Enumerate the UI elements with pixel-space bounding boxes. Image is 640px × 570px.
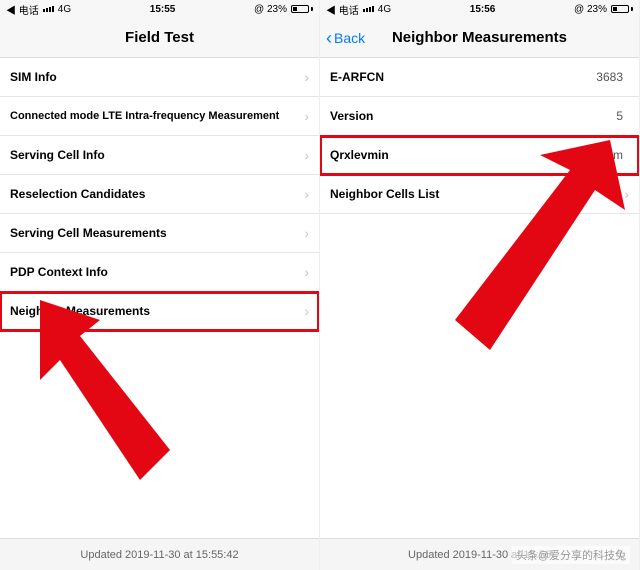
- row-serving-cell-measurements[interactable]: Serving Cell Measurements ›: [0, 214, 319, 253]
- row-label: E-ARFCN: [330, 70, 384, 84]
- status-bar: ◀ 电话 4G 15:56 @ 23%: [320, 0, 639, 18]
- row-serving-cell-info[interactable]: Serving Cell Info ›: [0, 136, 319, 175]
- clock: 15:55: [150, 4, 176, 15]
- row-label: Serving Cell Info: [10, 148, 105, 162]
- chevron-right-icon: ›: [304, 303, 309, 319]
- row-value: 5: [616, 109, 629, 123]
- row-e-arfcn[interactable]: E-ARFCN 3683: [320, 58, 639, 97]
- signal-icon: [363, 6, 374, 12]
- row-label: Version: [330, 109, 373, 123]
- row-sim-info[interactable]: SIM Info ›: [0, 58, 319, 97]
- back-button[interactable]: ‹ Back: [326, 29, 365, 47]
- menu-list: SIM Info › Connected mode LTE Intra-freq…: [0, 58, 319, 538]
- menu-list: E-ARFCN 3683 Version 5 Qrxlevmin -140 dB…: [320, 58, 639, 538]
- row-label: Serving Cell Measurements: [10, 226, 167, 240]
- chevron-right-icon: ›: [624, 186, 629, 202]
- row-neighbor-measurements[interactable]: Neighbor Measurements ›: [0, 292, 319, 331]
- chevron-right-icon: ›: [304, 69, 309, 85]
- chevron-right-icon: ›: [304, 225, 309, 241]
- row-label: Neighbor Cells List: [330, 187, 439, 201]
- back-to-app[interactable]: ◀ 电话: [6, 2, 39, 17]
- phone-right: ◀ 电话 4G 15:56 @ 23% ‹ Back Neighbor Meas…: [320, 0, 640, 570]
- nav-bar: ‹ Back Neighbor Measurements: [320, 18, 639, 58]
- row-qrxlevmin[interactable]: Qrxlevmin -140 dBm: [320, 136, 639, 175]
- row-label: SIM Info: [10, 70, 57, 84]
- back-to-app[interactable]: ◀ 电话: [326, 2, 359, 17]
- network-type: 4G: [58, 4, 71, 15]
- row-label: PDP Context Info: [10, 265, 108, 279]
- signal-icon: [43, 6, 54, 12]
- back-label: Back: [334, 30, 365, 46]
- row-label: Qrxlevmin: [330, 148, 389, 162]
- row-value: 3683: [596, 70, 629, 84]
- row-value: -140 dBm: [571, 148, 629, 162]
- phone-left: ◀ 电话 4G 15:55 @ 23% Field Test SIM Info …: [0, 0, 320, 570]
- chevron-right-icon: ›: [304, 108, 309, 124]
- row-label: Connected mode LTE Intra-frequency Measu…: [10, 110, 279, 122]
- row-reselection-candidates[interactable]: Reselection Candidates ›: [0, 175, 319, 214]
- watermark: 头条@爱分享的科技兔: [512, 546, 630, 564]
- row-neighbor-cells-list[interactable]: Neighbor Cells List ›: [320, 175, 639, 214]
- status-bar: ◀ 电话 4G 15:55 @ 23%: [0, 0, 319, 18]
- page-title: Neighbor Measurements: [392, 29, 567, 46]
- battery-icon: [291, 5, 313, 13]
- chevron-right-icon: ›: [304, 264, 309, 280]
- battery-percent: @ 23%: [254, 4, 287, 15]
- row-label: Reselection Candidates: [10, 187, 145, 201]
- row-version[interactable]: Version 5: [320, 97, 639, 136]
- network-type: 4G: [378, 4, 391, 15]
- page-title: Field Test: [125, 29, 194, 46]
- row-pdp-context-info[interactable]: PDP Context Info ›: [0, 253, 319, 292]
- chevron-right-icon: ›: [304, 186, 309, 202]
- row-label: Neighbor Measurements: [10, 304, 150, 318]
- battery-percent: @ 23%: [574, 4, 607, 15]
- nav-bar: Field Test: [0, 18, 319, 58]
- footer-updated: Updated 2019-11-30 at 15:55:42: [0, 538, 319, 570]
- chevron-left-icon: ‹: [326, 29, 332, 47]
- row-connected-mode-lte[interactable]: Connected mode LTE Intra-frequency Measu…: [0, 97, 319, 136]
- clock: 15:56: [470, 4, 496, 15]
- battery-icon: [611, 5, 633, 13]
- chevron-right-icon: ›: [304, 147, 309, 163]
